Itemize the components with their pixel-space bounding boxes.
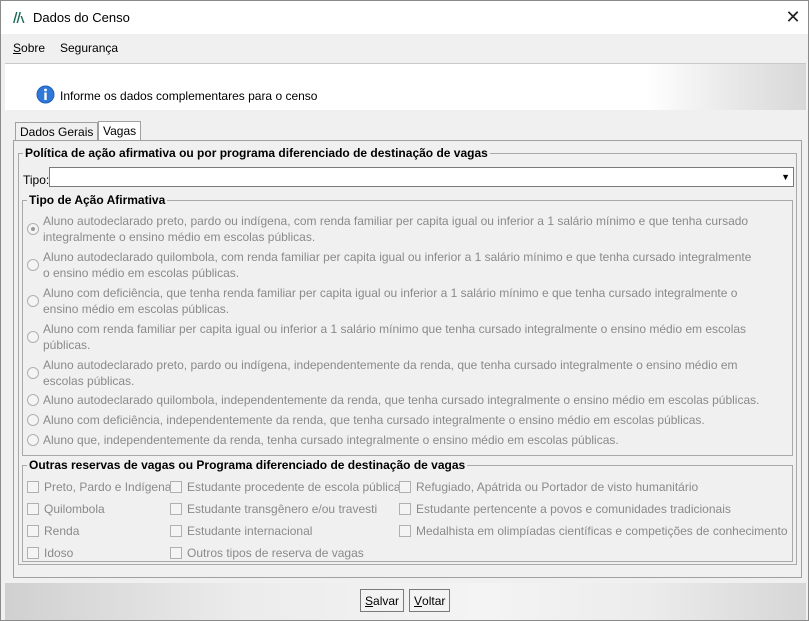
outras-legend: Outras reservas de vagas ou Programa dif… (27, 458, 468, 472)
reserva-checkbox-item[interactable]: Preto, Pardo e Indígena (27, 480, 171, 494)
checkbox-label: Idoso (44, 546, 74, 560)
acao-option[interactable]: Aluno com deficiência, que tenha renda f… (27, 285, 737, 317)
radio-button[interactable] (27, 434, 39, 446)
acao-option-line: Aluno autodeclarado preto, pardo ou indí… (43, 214, 749, 228)
radio-button[interactable] (27, 223, 39, 235)
acao-option-line: Aluno com renda familiar per capita igua… (43, 322, 747, 336)
menu-seguranca[interactable]: Segurança (60, 41, 118, 55)
vagas-panel: Política de ação afirmativa ou por progr… (13, 140, 802, 578)
acao-option[interactable]: Aluno que, independentemente da renda, t… (27, 432, 619, 448)
window-title: Dados do Censo (33, 10, 130, 25)
acao-option-label: Aluno que, independentemente da renda, t… (43, 432, 619, 448)
tipo-select[interactable]: ▼ (49, 167, 794, 187)
checkbox[interactable] (27, 525, 39, 537)
checkbox[interactable] (27, 503, 39, 515)
checkbox-label: Estudante procedente de escola pública (187, 480, 401, 494)
acao-option-label: Aluno autodeclarado quilombola, com rend… (43, 249, 751, 281)
acao-option-line: Aluno com deficiência, que tenha renda f… (43, 286, 738, 300)
close-icon[interactable]: ✕ (778, 1, 808, 33)
outras-group: Outras reservas de vagas ou Programa dif… (22, 458, 793, 562)
reserva-checkbox-item[interactable]: Estudante transgênero e/ou travesti (170, 502, 377, 516)
reserva-checkbox-item[interactable]: Quilombola (27, 502, 105, 516)
acao-option[interactable]: Aluno com deficiência, independentemente… (27, 412, 705, 428)
reserva-checkbox-item[interactable]: Renda (27, 524, 79, 538)
checkbox[interactable] (399, 503, 411, 515)
footer-bar: Salvar Voltar (5, 583, 806, 620)
checkbox-label: Outros tipos de reserva de vagas (187, 546, 364, 560)
radio-button[interactable] (27, 259, 39, 271)
checkbox-label: Medalhista em olimpíadas científicas e c… (416, 524, 788, 538)
acao-option-label: Aluno autodeclarado preto, pardo ou indí… (43, 213, 748, 245)
checkbox-label: Estudante internacional (187, 524, 313, 538)
main-content: Dados Gerais Vagas Política de ação afir… (5, 112, 806, 582)
reserva-checkbox-item[interactable]: Estudante procedente de escola pública (170, 480, 401, 494)
acao-option-line: Aluno autodeclarado preto, pardo ou indí… (43, 358, 738, 372)
checkbox-label: Quilombola (44, 502, 105, 516)
radio-button[interactable] (27, 414, 39, 426)
reserva-checkbox-item[interactable]: Idoso (27, 546, 73, 560)
reserva-checkbox-item[interactable]: Outros tipos de reserva de vagas (170, 546, 364, 560)
acao-option-label: Aluno com deficiência, que tenha renda f… (43, 285, 737, 317)
politica-legend: Política de ação afirmativa ou por progr… (23, 146, 490, 160)
checkbox[interactable] (170, 525, 182, 537)
title-bar: Dados do Censo ✕ (1, 1, 808, 34)
reserva-checkbox-item[interactable]: Estudante pertencente a povos e comunida… (399, 502, 731, 516)
checkbox[interactable] (170, 503, 182, 515)
checkbox[interactable] (399, 525, 411, 537)
acao-option[interactable]: Aluno autodeclarado quilombola, independ… (27, 392, 759, 408)
back-button[interactable]: Voltar (409, 589, 451, 612)
acao-option-label: Aluno com renda familiar per capita igua… (43, 321, 746, 353)
acao-option[interactable]: Aluno autodeclarado preto, pardo ou indí… (27, 213, 748, 245)
checkbox-label: Estudante pertencente a povos e comunida… (416, 502, 731, 516)
reserva-checkbox-item[interactable]: Refugiado, Apátrida ou Portador de visto… (399, 480, 698, 494)
info-banner: Informe os dados complementares para o c… (5, 63, 806, 110)
acao-option-line: Aluno autodeclarado quilombola, independ… (43, 393, 760, 407)
politica-group: Política de ação afirmativa ou por progr… (18, 146, 797, 565)
tab-dados-gerais[interactable]: Dados Gerais (15, 122, 99, 141)
checkbox-label: Renda (44, 524, 80, 538)
dados-censo-window: Dados do Censo ✕ Sobre Segurança Informe… (0, 0, 809, 621)
acao-option-label: Aluno autodeclarado preto, pardo ou indí… (43, 357, 738, 389)
chevron-down-icon[interactable]: ▼ (781, 172, 790, 182)
acao-legend: Tipo de Ação Afirmativa (27, 193, 168, 207)
menu-bar: Sobre Segurança (1, 34, 808, 61)
app-logo-icon (13, 12, 25, 23)
radio-button[interactable] (27, 367, 39, 379)
reserva-checkbox-item[interactable]: Medalhista em olimpíadas científicas e c… (399, 524, 788, 538)
banner-text: Informe os dados complementares para o c… (60, 89, 318, 103)
acao-option-line: integralmente o ensino médio em escolas … (43, 230, 316, 244)
checkbox-label: Estudante transgênero e/ou travesti (187, 502, 378, 516)
acao-option[interactable]: Aluno com renda familiar per capita igua… (27, 321, 746, 353)
checkbox[interactable] (27, 547, 39, 559)
menu-sobre[interactable]: Sobre (13, 41, 45, 55)
checkbox-label: Preto, Pardo e Indígena (44, 480, 172, 494)
tab-vagas[interactable]: Vagas (98, 121, 142, 142)
acao-option-line: públicas. (43, 338, 91, 352)
info-icon (36, 85, 55, 104)
radio-button[interactable] (27, 331, 39, 343)
checkbox-label: Refugiado, Apátrida ou Portador de visto… (416, 480, 699, 494)
acao-option-label: Aluno com deficiência, independentemente… (43, 412, 705, 428)
acao-option-line: ensino médio em escolas públicas. (43, 302, 230, 316)
acao-option[interactable]: Aluno autodeclarado quilombola, com rend… (27, 249, 751, 281)
acao-option-line: Aluno autodeclarado quilombola, com rend… (43, 250, 752, 264)
acao-option-line: o ensino médio em escolas públicas. (43, 266, 240, 280)
checkbox[interactable] (170, 481, 182, 493)
radio-button[interactable] (27, 394, 39, 406)
acao-option-line: escolas públicas. (43, 374, 135, 388)
checkbox[interactable] (27, 481, 39, 493)
acao-option[interactable]: Aluno autodeclarado preto, pardo ou indí… (27, 357, 738, 389)
acao-option-label: Aluno autodeclarado quilombola, independ… (43, 392, 759, 408)
reserva-checkbox-item[interactable]: Estudante internacional (170, 524, 312, 538)
acao-option-line: Aluno com deficiência, independentemente… (43, 413, 705, 427)
checkbox[interactable] (399, 481, 411, 493)
save-button[interactable]: Salvar (360, 589, 405, 612)
acao-option-line: Aluno que, independentemente da renda, t… (43, 433, 619, 447)
checkbox[interactable] (170, 547, 182, 559)
tipo-label: Tipo: (23, 173, 50, 187)
acao-group: Tipo de Ação Afirmativa Aluno autodeclar… (22, 193, 793, 456)
radio-button[interactable] (27, 295, 39, 307)
